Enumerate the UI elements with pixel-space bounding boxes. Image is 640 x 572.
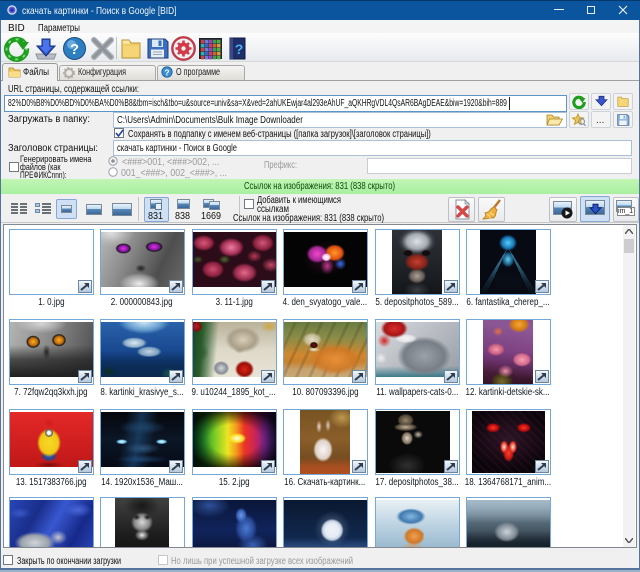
svg-text:?: ? xyxy=(164,68,169,78)
svg-text:?: ? xyxy=(70,41,79,58)
svg-text:?: ? xyxy=(235,41,244,57)
